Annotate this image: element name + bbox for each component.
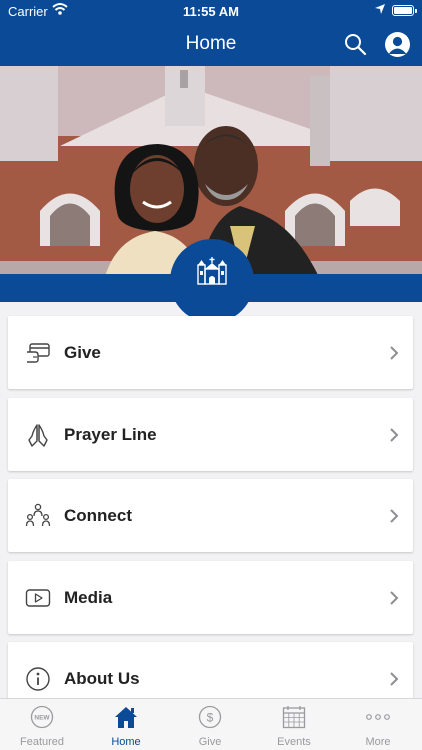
chevron-right-icon <box>390 590 399 605</box>
tab-label: Events <box>277 736 311 748</box>
tab-give[interactable]: $ Give <box>168 699 252 750</box>
info-icon <box>26 667 50 691</box>
battery-icon <box>392 5 417 16</box>
people-icon <box>25 503 51 527</box>
tab-events[interactable]: Events <box>252 699 336 750</box>
status-bar: Carrier 11:55 AM <box>0 0 422 22</box>
tab-home[interactable]: Home <box>84 699 168 750</box>
menu-item-give[interactable]: Give <box>8 316 413 389</box>
chevron-right-icon <box>390 672 399 686</box>
tab-label: Featured <box>19 736 65 748</box>
tab-label: Give <box>198 736 222 748</box>
tab-bar: NEW Featured Home $ Give Events More <box>0 698 422 750</box>
menu-item-label: Connect <box>64 506 132 525</box>
tab-featured[interactable]: NEW Featured <box>0 699 84 750</box>
tab-label: More <box>365 736 391 748</box>
menu-item-label: Prayer Line <box>64 424 157 444</box>
chevron-right-icon <box>390 427 399 442</box>
location-icon <box>375 4 385 14</box>
home-menu: Give Prayer Line Connect Media About Us <box>8 316 413 724</box>
clock: 11:55 AM <box>183 4 239 19</box>
more-icon <box>366 714 390 720</box>
dollar-icon: $ <box>198 705 222 729</box>
menu-item-connect[interactable]: Connect <box>8 479 413 552</box>
menu-item-label: Give <box>64 343 101 362</box>
search-icon[interactable] <box>343 32 367 56</box>
tab-label: Home <box>111 736 141 748</box>
menu-item-label: About Us <box>64 669 140 688</box>
praying-hands-icon <box>28 423 48 447</box>
tab-more[interactable]: More <box>336 699 420 750</box>
chevron-right-icon <box>390 509 399 523</box>
menu-item-media[interactable]: Media <box>8 560 413 634</box>
church-icon <box>197 257 227 285</box>
svg-text:$: $ <box>207 711 214 725</box>
profile-icon[interactable] <box>385 32 410 57</box>
card-icon <box>27 343 50 363</box>
church-badge <box>170 239 254 323</box>
play-icon <box>25 588 51 607</box>
chevron-right-icon <box>390 346 399 360</box>
menu-item-prayer-line[interactable]: Prayer Line <box>8 397 413 471</box>
menu-item-label: Media <box>64 587 113 607</box>
home-icon <box>115 707 137 728</box>
calendar-icon <box>282 706 306 729</box>
svg-text:NEW: NEW <box>34 715 50 722</box>
new-badge-icon: NEW <box>30 705 54 729</box>
app-header: Carrier 11:55 AM Home <box>0 0 422 66</box>
